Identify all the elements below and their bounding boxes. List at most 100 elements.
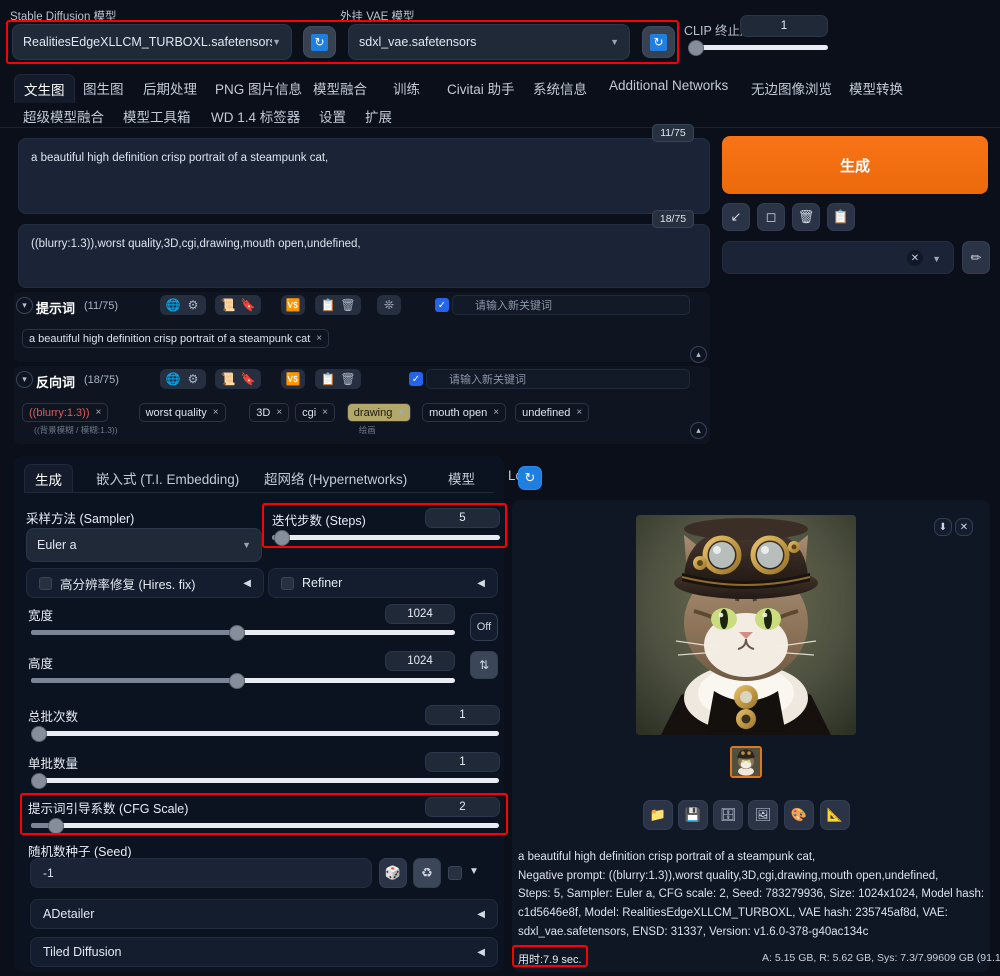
hires-checkbox[interactable]: [39, 576, 52, 590]
tag-chip[interactable]: undefined ×: [515, 403, 590, 422]
openai-icon[interactable]: ❊: [380, 296, 398, 314]
tiled-diffusion-accordion[interactable]: Tiled Diffusion ◀: [30, 937, 498, 967]
sampler-dropdown[interactable]: Euler a ▼: [26, 528, 262, 562]
positive-keyword-checkbox[interactable]: ✓: [435, 298, 449, 312]
history-doc-icon[interactable]: 📜: [219, 370, 237, 388]
translate-icon[interactable]: 🆚: [284, 296, 302, 314]
save-zip-button[interactable]: 🗄: [713, 800, 743, 830]
negative-prompt-textarea[interactable]: ((blurry:1.3)),worst quality,3D,cgi,draw…: [18, 224, 710, 288]
tab-10[interactable]: 模型转换: [840, 74, 912, 102]
tab-0[interactable]: 文生图: [14, 74, 75, 103]
slider-knob[interactable]: [229, 672, 245, 689]
negative-icon-group-1[interactable]: 🌐 ⚙: [160, 369, 206, 389]
collapse-negative-tags-icon[interactable]: ▴: [690, 422, 707, 439]
positive-icon-group-3[interactable]: 🆚: [281, 295, 305, 315]
lower-tab-3[interactable]: 模型: [438, 464, 485, 492]
negative-keyword-input[interactable]: 请输入新关键词: [426, 369, 690, 389]
download-image-button[interactable]: ⬇: [934, 518, 952, 536]
interrupt-arrow-button[interactable]: ↙: [722, 203, 750, 231]
copy-icon[interactable]: 📋: [319, 370, 337, 388]
close-image-button[interactable]: ✕: [955, 518, 973, 536]
clip-skip-value[interactable]: 1: [740, 15, 828, 37]
positive-icon-group-1[interactable]: 🌐 ⚙: [160, 295, 206, 315]
height-slider[interactable]: [31, 672, 455, 689]
steps-value[interactable]: 5: [425, 508, 500, 528]
tab-row2-3[interactable]: 设置: [310, 102, 355, 130]
paste-params-button[interactable]: 📋: [827, 203, 855, 231]
tab-3[interactable]: PNG 图片信息: [206, 74, 311, 102]
tab-1[interactable]: 图生图: [74, 74, 133, 102]
tab-row2-2[interactable]: WD 1.4 标签器: [202, 102, 309, 130]
tag-remove-icon[interactable]: ×: [96, 407, 102, 418]
tag-remove-icon[interactable]: ×: [576, 407, 582, 418]
tag-remove-icon[interactable]: ×: [213, 407, 219, 418]
refresh-networks-button[interactable]: ↻: [518, 466, 542, 490]
history-doc-icon[interactable]: 📜: [219, 296, 237, 314]
collapse-positive-icon[interactable]: ▾: [16, 297, 33, 314]
translate-icon[interactable]: 🆚: [284, 370, 302, 388]
refiner-checkbox[interactable]: [281, 576, 294, 590]
hires-fix-accordion[interactable]: 高分辨率修复 (Hires. fix) ◀: [26, 568, 264, 598]
slider-knob[interactable]: [688, 39, 704, 56]
sd-model-dropdown[interactable]: RealitiesEdgeXLLCM_TURBOXL.safetensors […: [12, 24, 292, 60]
send-to-extras-button[interactable]: 📐: [820, 800, 850, 830]
height-value[interactable]: 1024: [385, 651, 455, 671]
negative-keyword-checkbox[interactable]: ✓: [409, 372, 423, 386]
extra-seed-checkbox[interactable]: [448, 866, 462, 880]
refiner-accordion[interactable]: Refiner ◀: [268, 568, 498, 598]
batch-size-slider[interactable]: [31, 772, 499, 789]
lower-tab-0[interactable]: 生成: [24, 464, 73, 493]
funnel-icon[interactable]: ▼: [469, 866, 479, 877]
positive-keyword-input[interactable]: 请输入新关键词: [452, 295, 690, 315]
tag-chip[interactable]: mouth open ×: [422, 403, 507, 422]
positive-prompt-textarea[interactable]: a beautiful high definition crisp portra…: [18, 138, 710, 214]
slider-knob[interactable]: [274, 529, 290, 546]
negative-icon-group-3[interactable]: 🆚: [281, 369, 305, 389]
copy-icon[interactable]: 📋: [319, 296, 337, 314]
refresh-vae-button[interactable]: ↻: [642, 26, 675, 58]
slider-knob[interactable]: [229, 624, 245, 641]
tag-chip[interactable]: drawing ×: [346, 403, 412, 422]
globe-icon[interactable]: 🌐: [164, 296, 182, 314]
slider-knob[interactable]: [31, 772, 47, 789]
batch-count-value[interactable]: 1: [425, 705, 500, 725]
edit-styles-button[interactable]: ✏: [962, 241, 990, 274]
reuse-seed-button[interactable]: ♻: [413, 858, 441, 888]
random-seed-button[interactable]: 🎲: [379, 858, 407, 888]
open-folder-button[interactable]: 📁: [643, 800, 673, 830]
cfg-scale-slider[interactable]: [31, 817, 499, 834]
tab-7[interactable]: 系统信息: [524, 74, 596, 102]
generated-image[interactable]: [636, 515, 856, 735]
bookmark-icon[interactable]: 🔖: [239, 296, 257, 314]
save-image-button[interactable]: 💾: [678, 800, 708, 830]
vae-model-dropdown[interactable]: sdxl_vae.safetensors ▼: [348, 24, 630, 60]
tab-4[interactable]: 模型融合: [304, 74, 376, 102]
tag-chip[interactable]: worst quality ×: [138, 403, 226, 422]
width-slider[interactable]: [31, 624, 455, 641]
width-value[interactable]: 1024: [385, 604, 455, 624]
tag-remove-icon[interactable]: ×: [276, 407, 282, 418]
steps-slider[interactable]: [272, 529, 500, 546]
slider-knob[interactable]: [48, 817, 64, 834]
batch-count-slider[interactable]: [31, 725, 499, 742]
send-to-img2img-button[interactable]: 🖼: [748, 800, 778, 830]
send-to-inpaint-button[interactable]: 🎨: [784, 800, 814, 830]
gear-icon[interactable]: ⚙: [184, 370, 202, 388]
negative-icon-group-4[interactable]: 📋 🗑: [315, 369, 361, 389]
styles-dropdown[interactable]: ✕ ▼: [722, 241, 954, 274]
lower-tab-2[interactable]: 超网络 (Hypernetworks): [254, 464, 417, 492]
hires-off-button[interactable]: Off: [470, 613, 498, 641]
positive-icon-group-5[interactable]: ❊: [377, 295, 401, 315]
globe-icon[interactable]: 🌐: [164, 370, 182, 388]
collapse-positive-tags-icon[interactable]: ▴: [690, 346, 707, 363]
tag-chip[interactable]: ((blurry:1.3)) ×: [22, 403, 109, 422]
tab-row2-0[interactable]: 超级模型融合: [14, 102, 113, 130]
gear-icon[interactable]: ⚙: [184, 296, 202, 314]
tab-6[interactable]: Civitai 助手: [438, 74, 524, 102]
negative-icon-group-2[interactable]: 📜 🔖: [215, 369, 261, 389]
tab-row2-1[interactable]: 模型工具箱: [114, 102, 200, 130]
clear-prompt-button[interactable]: 🗑: [792, 203, 820, 231]
slider-knob[interactable]: [31, 725, 47, 742]
tab-row2-4[interactable]: 扩展: [356, 102, 401, 130]
collapse-negative-icon[interactable]: ▾: [16, 371, 33, 388]
